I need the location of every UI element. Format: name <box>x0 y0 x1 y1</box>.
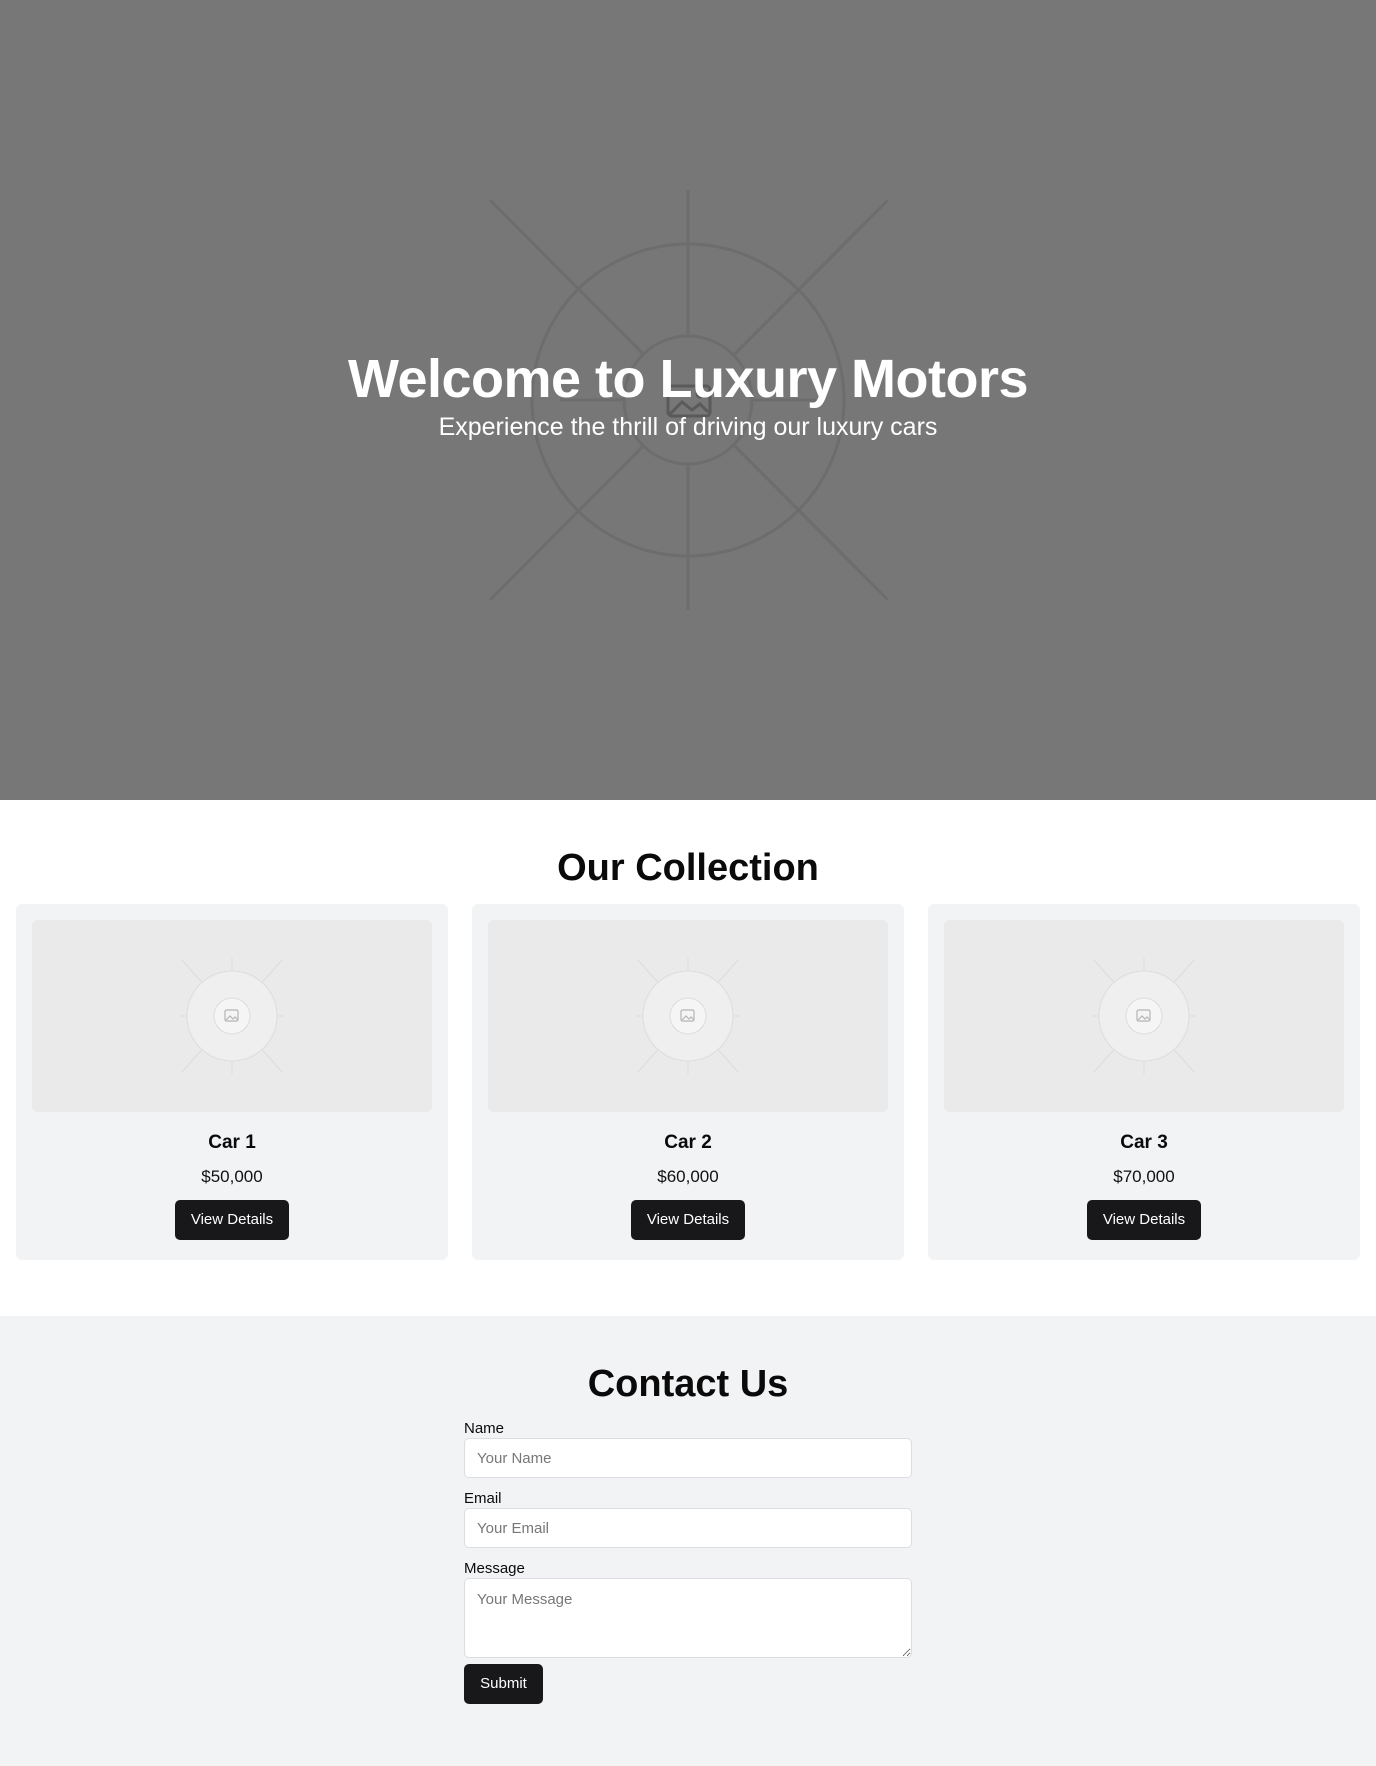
car-image-placeholder <box>32 920 432 1112</box>
car-card: Car 1 $50,000 View Details <box>16 904 448 1260</box>
car-card: Car 3 $70,000 View Details <box>928 904 1360 1260</box>
contact-form: Name Email Message Submit <box>464 1420 912 1740</box>
collection-section: Our Collection Car 1 $50,000 View Detail… <box>0 800 1376 1316</box>
view-details-button[interactable]: View Details <box>1087 1200 1201 1240</box>
car-name: Car 2 <box>664 1132 712 1153</box>
message-field[interactable] <box>464 1578 912 1658</box>
contact-section: Contact Us Name Email Message Submit <box>0 1316 1376 1766</box>
car-image-placeholder <box>488 920 888 1112</box>
view-details-button[interactable]: View Details <box>631 1200 745 1240</box>
hero-title: Welcome to Luxury Motors <box>347 349 1029 409</box>
car-price: $70,000 <box>1113 1167 1175 1186</box>
hero-subtitle: Experience the thrill of driving our lux… <box>438 413 938 441</box>
car-image-placeholder <box>944 920 1344 1112</box>
hero-section: Welcome to Luxury Motors Experience the … <box>0 0 1376 800</box>
hero-text: Welcome to Luxury Motors Experience the … <box>0 347 1376 443</box>
car-name: Car 3 <box>1120 1132 1168 1153</box>
view-details-button[interactable]: View Details <box>175 1200 289 1240</box>
name-field[interactable] <box>464 1438 912 1478</box>
name-label: Name <box>464 1420 505 1437</box>
email-field[interactable] <box>464 1508 912 1548</box>
car-card-list: Car 1 $50,000 View Details Car 2 $60,000… <box>0 904 1376 1260</box>
car-price: $60,000 <box>657 1167 719 1186</box>
message-label: Message <box>464 1560 525 1577</box>
submit-button[interactable]: Submit <box>464 1664 543 1704</box>
contact-title: Contact Us <box>587 1363 789 1405</box>
collection-title: Our Collection <box>557 847 819 889</box>
car-card: Car 2 $60,000 View Details <box>472 904 904 1260</box>
car-price: $50,000 <box>201 1167 263 1186</box>
car-name: Car 1 <box>208 1132 256 1153</box>
email-label: Email <box>464 1490 502 1507</box>
